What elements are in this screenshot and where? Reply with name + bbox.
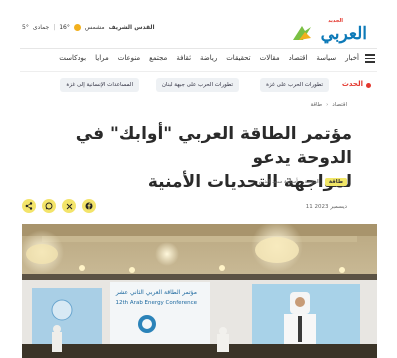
nav-item-podcast[interactable]: بودكاست <box>59 54 86 62</box>
weather-low: 5° <box>22 24 29 31</box>
banner-arabic: مؤتمر الطاقة العربي الثاني عشر <box>115 289 197 296</box>
nav-divider <box>20 71 377 72</box>
chevron-left-icon: ‹ <box>326 102 329 108</box>
weather-condition: مشمس <box>84 24 105 31</box>
nav-item-variety[interactable]: منوعات <box>118 54 140 62</box>
main-nav: أخبار سياسة اقتصاد مقالات تحقيقات رياضة … <box>0 50 397 70</box>
article-byline: طاقة الدوحة... أسامة سعد الدين <box>259 178 347 186</box>
logo-mark-icon <box>293 26 311 40</box>
nav-item-politics[interactable]: سياسة <box>316 54 336 62</box>
nav-list: أخبار سياسة اقتصاد مقالات تحقيقات رياضة … <box>59 54 359 62</box>
article-date: 11 ديسمبر 2023 <box>305 204 347 210</box>
breadcrumb-home[interactable]: اقتصاد <box>332 102 347 108</box>
facebook-icon[interactable] <box>82 199 96 213</box>
site-logo[interactable]: الجديد العربي <box>287 18 368 44</box>
nav-item-society[interactable]: مجتمع <box>149 54 167 62</box>
share-icon[interactable] <box>22 199 36 213</box>
weather-temp: 16° <box>59 24 70 31</box>
nav-item-investigations[interactable]: تحقيقات <box>226 54 250 62</box>
event-chip-gaza-war[interactable]: تطورات الحرب على غزة <box>260 78 329 92</box>
nav-item-economy[interactable]: اقتصاد <box>289 54 308 62</box>
nav-item-sports[interactable]: رياضة <box>200 54 217 62</box>
events-bar: الحدث تطورات الحرب على غزة تطورات الحرب … <box>0 76 397 96</box>
weather-widget: القدس الشريف مشمس 16° | جمادى 5° <box>22 24 155 31</box>
weather-day: جمادى <box>32 24 50 31</box>
whatsapp-icon[interactable] <box>42 199 56 213</box>
weather-city: القدس الشريف <box>108 24 155 31</box>
header-divider <box>20 48 377 49</box>
nav-item-mirrors[interactable]: مرايا <box>95 54 109 62</box>
category-tag[interactable]: طاقة <box>324 178 347 186</box>
menu-icon[interactable] <box>365 54 375 63</box>
live-dot-icon <box>366 83 371 88</box>
event-chip-gaza-aid[interactable]: المساعدات الإنسانية إلى غزة <box>60 78 139 92</box>
nav-item-culture[interactable]: ثقافة <box>176 54 191 62</box>
x-twitter-icon[interactable] <box>62 199 76 213</box>
breadcrumb: اقتصاد ‹ طاقة <box>310 102 347 108</box>
banner-english: 12th Arab Energy Conference <box>116 300 198 306</box>
top-bar: القدس الشريف مشمس 16° | جمادى 5° الجديد … <box>0 0 397 48</box>
sun-icon <box>73 24 81 31</box>
article-title-line1: مؤتمر الطاقة العربي "أوابك" في الدوحة يد… <box>75 124 352 168</box>
share-bar <box>22 199 96 213</box>
logo-text: العربي <box>320 24 368 44</box>
author-location[interactable]: الدوحة... أسامة سعد الدين <box>259 179 320 185</box>
article-hero-image[interactable]: مؤتمر الطاقة العربي الثاني عشر 12th Arab… <box>22 224 377 358</box>
event-chip-lebanon-front[interactable]: تطورات الحرب على جبهة لبنان <box>155 78 239 92</box>
breadcrumb-section[interactable]: طاقة <box>310 102 322 108</box>
nav-item-news[interactable]: أخبار <box>345 54 359 62</box>
events-label: الحدث <box>341 80 363 88</box>
conference-photo: مؤتمر الطاقة العربي الثاني عشر 12th Arab… <box>22 224 377 358</box>
nav-item-articles[interactable]: مقالات <box>260 54 280 62</box>
